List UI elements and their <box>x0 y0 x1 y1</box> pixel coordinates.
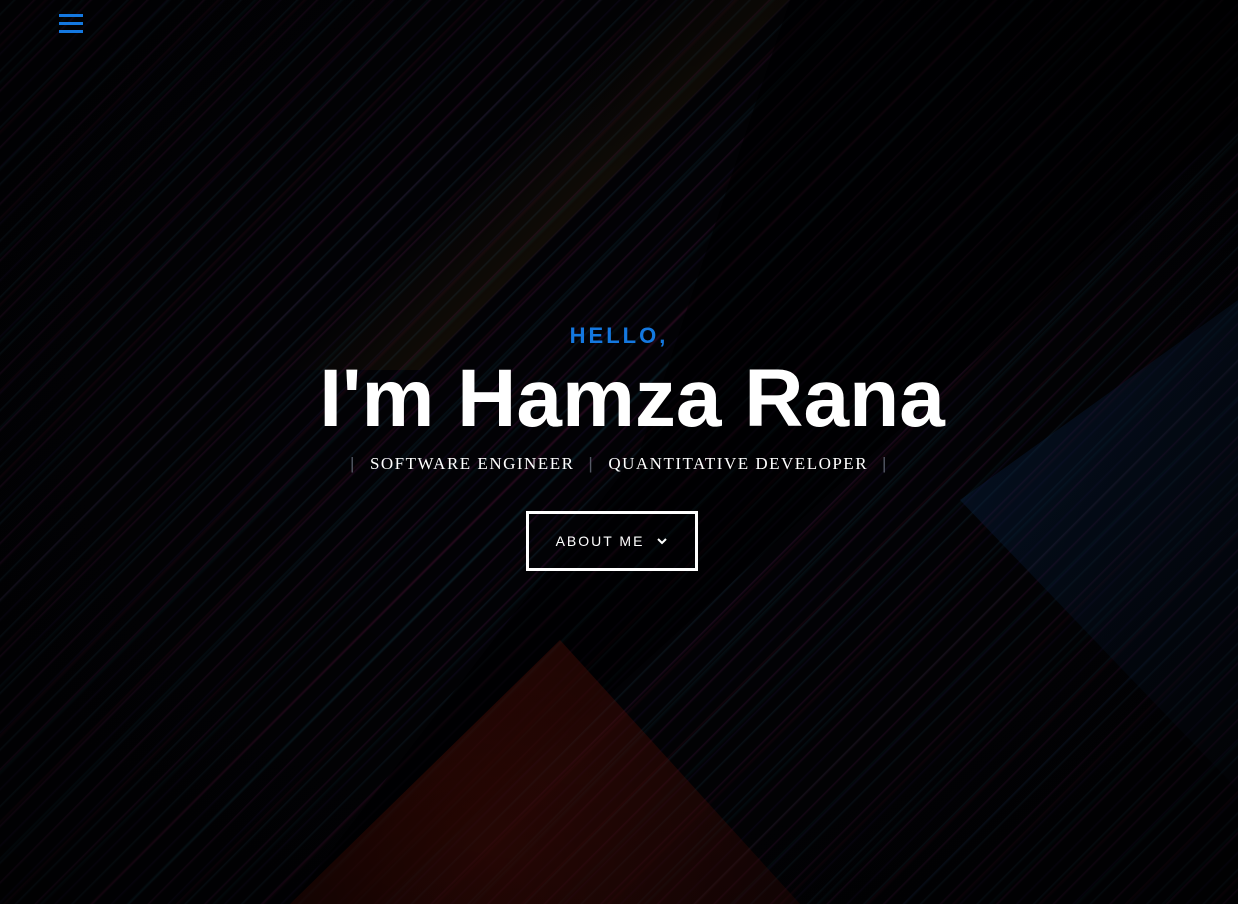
hamburger-line <box>59 14 83 17</box>
hero-roles: | SOFTWARE ENGINEER | QUANTITATIVE DEVELOPE… <box>0 446 1238 482</box>
role-software-engineer: SOFTWARE ENGINEER <box>369 454 575 473</box>
about-me-label: ABOUT ME <box>555 533 645 549</box>
hero-section: HELLO, I'm Hamza Rana | SOFTWARE ENGINEER… <box>0 0 1238 904</box>
role-quantitative-developer: QUANTITATIVE DEVELOPER <box>608 454 869 473</box>
hero-greeting: HELLO, <box>569 323 669 348</box>
hero-intro: HELLO, I'm Hamza Rana | SOFTWARE ENGINEER… <box>0 318 1238 482</box>
role-separator: | <box>588 454 595 473</box>
role-separator: | <box>350 454 356 473</box>
about-me-button[interactable]: ABOUT ME <box>526 511 698 571</box>
hamburger-line <box>59 22 83 25</box>
hero-name: I'm Hamza Rana <box>319 353 945 444</box>
hamburger-icon[interactable] <box>59 13 83 34</box>
hamburger-line <box>59 30 83 33</box>
role-separator: | <box>882 454 888 473</box>
chevron-down-icon <box>657 538 668 545</box>
